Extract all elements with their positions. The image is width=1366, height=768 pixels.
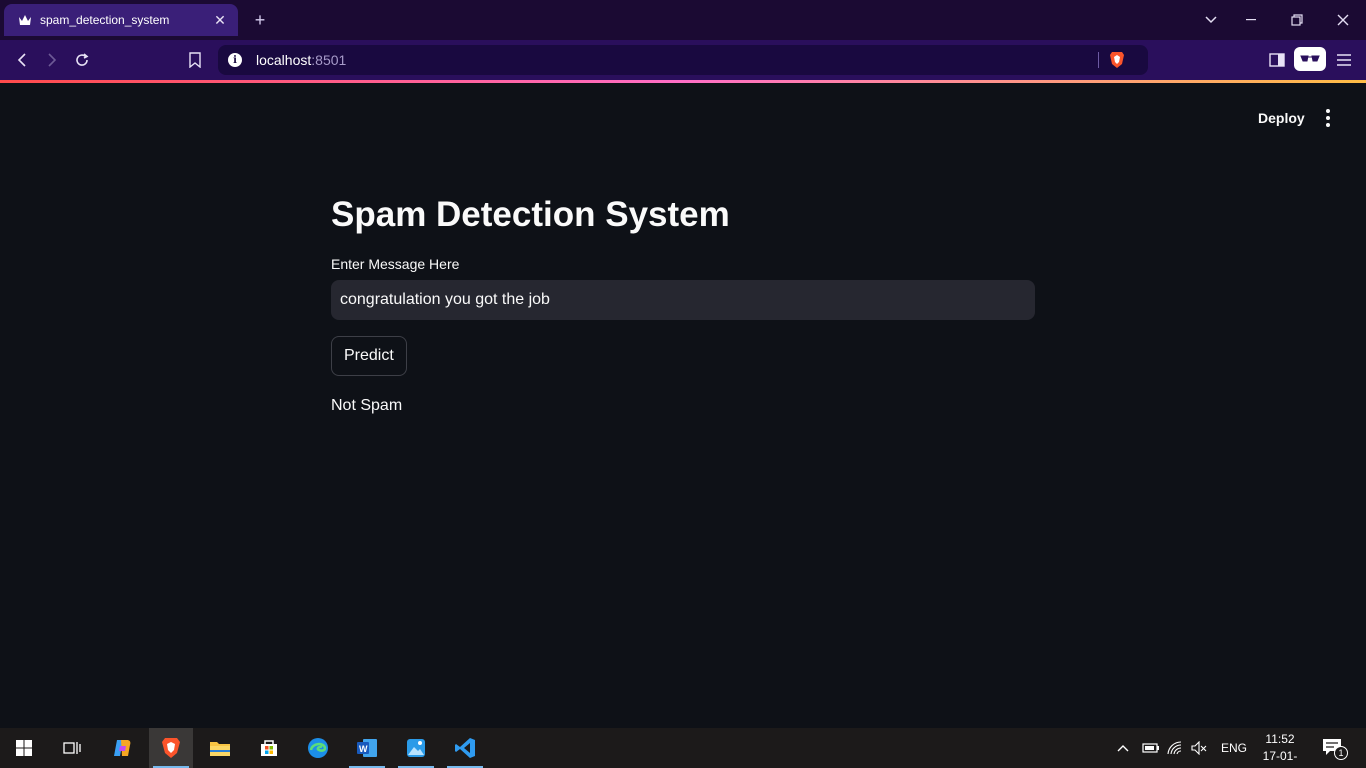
main-menu-icon[interactable] [1318,107,1338,129]
svg-text:W: W [359,744,368,754]
restore-icon[interactable] [1274,0,1320,40]
sidebar-toggle-icon[interactable] [1267,50,1287,70]
address-bar-divider [1098,52,1099,68]
bookmark-icon[interactable] [185,50,205,70]
reload-icon[interactable] [72,50,92,70]
app-header-decoration [0,80,1366,83]
notification-center-icon[interactable]: 1 [1322,738,1348,760]
message-input[interactable] [331,280,1035,320]
brave-taskbar-icon[interactable] [149,728,193,768]
windows-start-icon[interactable] [2,728,46,768]
system-tray: ENG [1115,728,1247,768]
file-explorer-icon[interactable] [198,728,242,768]
photos-icon[interactable] [394,728,438,768]
window-close-icon[interactable] [1320,0,1366,40]
minimize-icon[interactable] [1228,0,1274,40]
clock-date: 17-01-2025 [1262,749,1298,768]
site-info-icon[interactable]: i [228,53,242,67]
prediction-result: Not Spam [331,397,403,414]
brave-vpn-glasses-icon[interactable] [1294,47,1326,71]
edge-icon[interactable] [296,728,340,768]
battery-icon[interactable] [1139,743,1163,753]
url-host: localhost [256,52,312,68]
new-tab-button[interactable]: + [250,10,270,30]
microsoft-store-icon[interactable] [247,728,291,768]
predict-button[interactable]: Predict [331,336,407,376]
menu-hamburger-icon[interactable] [1334,50,1354,70]
message-input-label: Enter Message Here [331,256,460,272]
notification-count-badge: 1 [1334,746,1348,760]
task-view-icon[interactable] [50,728,94,768]
clock-time: 11:52 [1265,732,1295,746]
microsoft-word-icon[interactable]: W [345,728,389,768]
back-arrow-icon[interactable] [12,50,32,70]
deploy-button[interactable]: Deploy [1250,106,1313,130]
tab-close-icon[interactable]: ✕ [212,12,228,28]
vscode-icon[interactable] [443,728,487,768]
tab-title: spam_detection_system [40,13,170,27]
browser-tab-bar: spam_detection_system ✕ + [0,0,1366,40]
taskbar-clock[interactable]: 11:52 17-01-2025 [1250,731,1310,768]
browser-tab[interactable]: spam_detection_system ✕ [4,4,238,36]
forward-arrow-icon[interactable] [42,50,62,70]
address-bar[interactable]: i localhost:8501 [218,45,1148,75]
show-hidden-icons-chevron-icon[interactable] [1115,744,1131,752]
url-port: :8501 [311,52,347,68]
copilot-icon[interactable] [100,728,144,768]
page-title: Spam Detection System [331,195,730,234]
windows-taskbar: W ENG 11:52 17-01-2025 1 [0,728,1366,768]
volume-muted-icon[interactable] [1187,741,1211,755]
main-content: Spam Detection System Enter Message Here… [331,190,1035,416]
streamlit-crown-icon [18,13,32,27]
brave-shields-icon[interactable] [1109,51,1125,69]
language-indicator[interactable]: ENG [1221,741,1247,755]
url-text: localhost:8501 [256,52,346,68]
wifi-icon[interactable] [1163,741,1187,755]
